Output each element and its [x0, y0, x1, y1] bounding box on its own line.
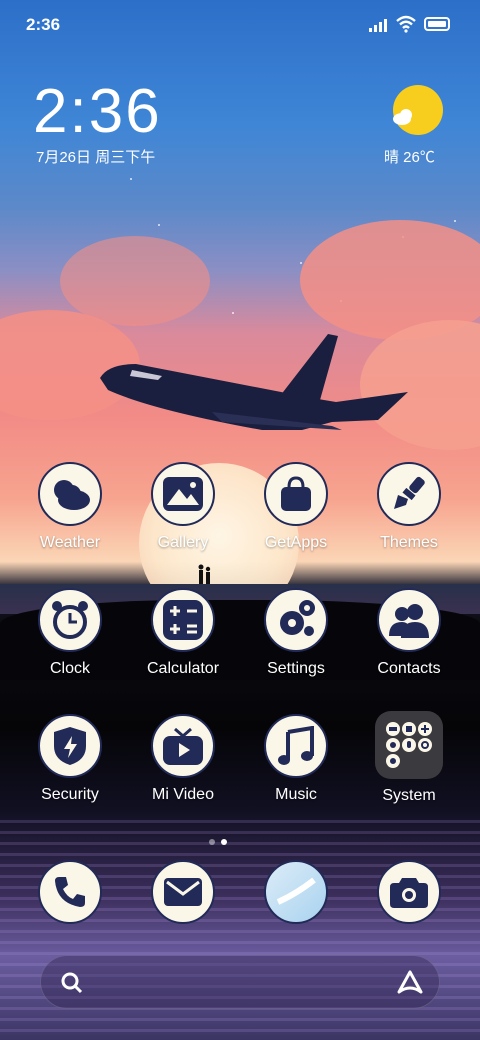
- app-label: System: [382, 787, 436, 804]
- camera-icon: [377, 860, 441, 924]
- app-gallery[interactable]: Gallery: [133, 462, 233, 552]
- app-label: Contacts: [377, 660, 441, 677]
- page-dot-active[interactable]: [221, 839, 227, 845]
- shopping-bag-icon: [264, 462, 328, 526]
- people-icon: [377, 588, 441, 652]
- app-mi-video[interactable]: Mi Video: [133, 714, 233, 804]
- app-weather[interactable]: Weather: [20, 462, 120, 552]
- phone-icon: [38, 860, 102, 924]
- widget-date: 7月26日 周三下午: [36, 149, 156, 166]
- folder-system[interactable]: System: [359, 711, 459, 805]
- app-label: Security: [41, 786, 99, 803]
- search-bar[interactable]: [40, 955, 440, 1009]
- home-screen: 2:36 2:36 7月26日 周三下午 晴 26℃ Weather Galle…: [0, 0, 480, 1040]
- app-label: Settings: [267, 660, 325, 677]
- app-label: Calculator: [146, 660, 220, 677]
- status-bar: 2:36: [0, 0, 480, 50]
- dock-messages[interactable]: [133, 860, 233, 924]
- alarm-clock-icon: [38, 588, 102, 652]
- battery-icon: [424, 17, 450, 31]
- dock-phone[interactable]: [20, 860, 120, 924]
- dock-browser[interactable]: [246, 860, 346, 924]
- app-contacts[interactable]: Contacts: [359, 588, 459, 678]
- weather-text: 晴 26℃: [384, 149, 435, 166]
- app-label: Gallery: [157, 534, 209, 551]
- cloud-sun-icon: [38, 462, 102, 526]
- music-note-icon: [264, 714, 328, 778]
- gears-icon: [264, 588, 328, 652]
- browser-icon: [264, 860, 328, 924]
- app-clock[interactable]: Clock: [20, 588, 120, 678]
- app-music[interactable]: Music: [246, 714, 346, 804]
- search-icon[interactable]: [61, 972, 83, 994]
- sun-cloud-icon: [393, 85, 443, 135]
- paintbrush-icon: [377, 462, 441, 526]
- page-dot[interactable]: [209, 839, 215, 845]
- app-themes[interactable]: Themes: [359, 462, 459, 552]
- signal-icon: [369, 19, 387, 32]
- folder-icon: [375, 711, 443, 779]
- wifi-icon: [396, 15, 416, 33]
- mountain-photo-icon: [151, 462, 215, 526]
- airplane-image: [100, 334, 408, 430]
- people-silhouette: [198, 564, 211, 586]
- calculator-icon: [151, 588, 215, 652]
- dock-camera[interactable]: [359, 860, 459, 924]
- app-getapps[interactable]: GetApps: [246, 462, 346, 552]
- tv-play-icon: [151, 714, 215, 778]
- app-label: Themes: [380, 534, 438, 551]
- status-time: 2:36: [26, 15, 61, 34]
- app-settings[interactable]: Settings: [246, 588, 346, 678]
- app-label: GetApps: [264, 534, 328, 551]
- assistant-icon[interactable]: [397, 970, 423, 996]
- envelope-icon: [151, 860, 215, 924]
- shield-bolt-icon: [38, 714, 102, 778]
- app-calculator[interactable]: Calculator: [133, 588, 233, 678]
- app-security[interactable]: Security: [20, 714, 120, 804]
- widget-time: 2:36: [33, 77, 162, 146]
- app-label: Music: [275, 786, 317, 803]
- app-label: Mi Video: [152, 786, 214, 803]
- app-label: Clock: [49, 660, 90, 677]
- page-indicator: [206, 832, 230, 850]
- app-label: Weather: [39, 534, 101, 551]
